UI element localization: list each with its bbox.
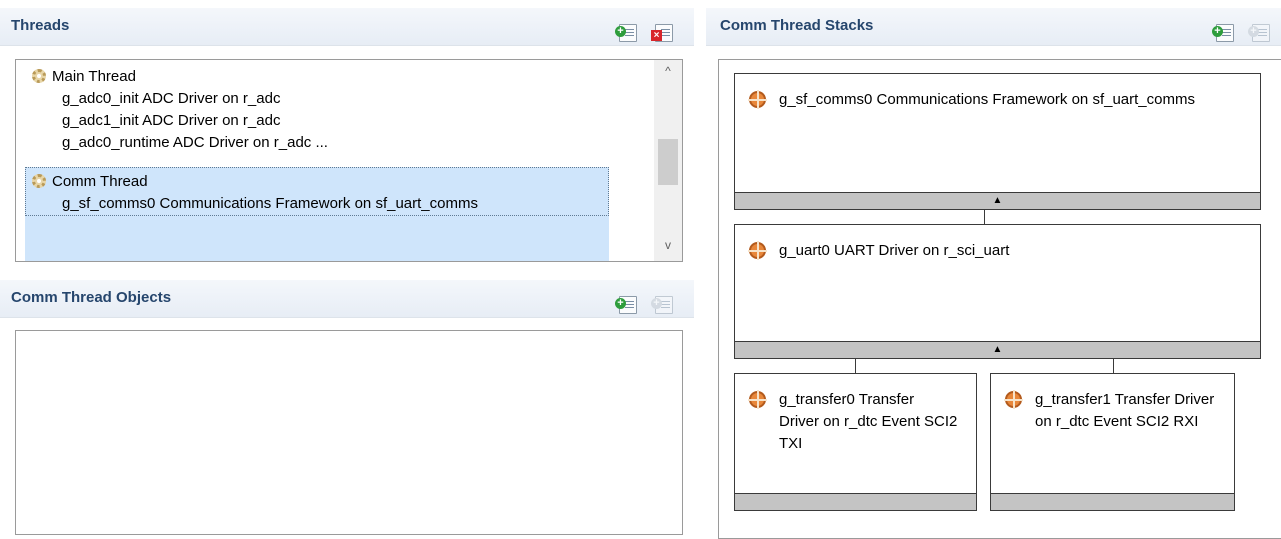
module-label: g_transfer1 Transfer Driver on r_dtc Eve… xyxy=(1035,391,1215,430)
add-object-icon[interactable]: + xyxy=(615,296,637,314)
module-dependency-bar[interactable] xyxy=(735,493,976,510)
tree-item-adc1-init[interactable]: g_adc1_init ADC Driver on r_adc xyxy=(62,110,280,131)
tree-item-label: Main Thread xyxy=(52,68,136,85)
module-label: g_sf_comms0 Communications Framework on … xyxy=(779,91,1195,108)
objects-area[interactable] xyxy=(15,330,683,535)
stack-module-transfer0[interactable]: g_transfer0 Transfer Driver on r_dtc Eve… xyxy=(734,373,977,511)
tree-item-adc0-init[interactable]: g_adc0_init ADC Driver on r_adc xyxy=(62,88,280,109)
module-label: g_transfer0 Transfer Driver on r_dtc Eve… xyxy=(779,391,958,452)
add-thread-icon[interactable]: + xyxy=(615,24,637,42)
remove-stack-icon[interactable]: + xyxy=(1248,24,1270,42)
module-label: g_uart0 UART Driver on r_sci_uart xyxy=(779,242,1010,259)
tree-item-label: g_adc0_init ADC Driver on r_adc xyxy=(62,90,281,107)
module-dependency-bar[interactable] xyxy=(991,493,1234,510)
add-stack-icon[interactable]: + xyxy=(1212,24,1234,42)
scroll-thumb[interactable] xyxy=(658,139,678,185)
module-crosshair-icon xyxy=(1004,390,1023,409)
stack-module-sf-comms[interactable]: g_sf_comms0 Communications Framework on … xyxy=(734,73,1261,210)
stacks-title: Comm Thread Stacks xyxy=(720,17,874,34)
tree-item-label: Comm Thread xyxy=(52,173,148,190)
threads-tree[interactable]: Main Thread g_adc0_init ADC Driver on r_… xyxy=(15,59,683,262)
stack-module-transfer1[interactable]: g_transfer1 Transfer Driver on r_dtc Eve… xyxy=(990,373,1235,511)
module-dependency-bar[interactable]: ▲ xyxy=(735,192,1260,209)
remove-thread-icon[interactable]: × xyxy=(651,24,673,42)
tree-item-main-thread[interactable]: Main Thread xyxy=(32,66,136,87)
module-dependency-bar[interactable]: ▲ xyxy=(735,341,1260,358)
tree-item-comm-thread[interactable]: Comm Thread xyxy=(32,171,148,192)
module-crosshair-icon xyxy=(748,90,767,109)
gear-icon xyxy=(32,174,46,188)
objects-header: Comm Thread Objects + + xyxy=(0,280,694,318)
module-crosshair-icon xyxy=(748,241,767,260)
module-crosshair-icon xyxy=(748,390,767,409)
scroll-down-icon[interactable]: v xyxy=(654,238,682,252)
objects-title: Comm Thread Objects xyxy=(11,289,172,306)
stack-module-uart[interactable]: g_uart0 UART Driver on r_sci_uart ▲ xyxy=(734,224,1261,359)
tree-item-label: g_sf_comms0 Communications Framework on … xyxy=(62,195,478,212)
scroll-up-icon[interactable]: ^ xyxy=(654,64,682,78)
threads-header: Threads + × xyxy=(0,8,694,46)
stacks-header: Comm Thread Stacks + + xyxy=(706,8,1281,46)
remove-object-icon[interactable]: + xyxy=(651,296,673,314)
threads-scrollbar[interactable]: ^ v xyxy=(654,60,682,261)
tree-item-label: g_adc1_init ADC Driver on r_adc xyxy=(62,112,281,129)
tree-item-label: g_adc0_runtime ADC Driver on r_adc ... xyxy=(62,134,328,151)
gear-icon xyxy=(32,69,46,83)
tree-item-adc0-runtime[interactable]: g_adc0_runtime ADC Driver on r_adc ... xyxy=(62,132,328,153)
tree-item-sf-comms0[interactable]: g_sf_comms0 Communications Framework on … xyxy=(62,193,478,214)
threads-title: Threads xyxy=(11,17,70,34)
